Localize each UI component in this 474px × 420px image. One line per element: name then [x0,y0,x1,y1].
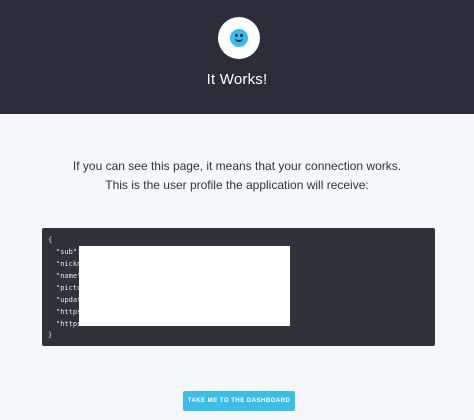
json-open-brace: { [48,236,53,244]
redaction-box [79,246,290,326]
smiley-face-icon [230,29,248,47]
logo-badge [218,17,260,59]
intro-text: If you can see this page, it means that … [0,157,474,195]
json-key-sub: "sub": [56,248,82,256]
intro-line-2: This is the user profile the application… [105,178,369,192]
json-close-brace: } [48,331,53,339]
dashboard-button[interactable]: TAKE ME TO THE DASHBOARD [183,391,295,411]
page-title: It Works! [206,71,268,88]
json-key-nickname: "nickn [56,260,82,268]
header-bar: It Works! [0,0,474,114]
intro-line-1: If you can see this page, it means that … [72,159,402,173]
